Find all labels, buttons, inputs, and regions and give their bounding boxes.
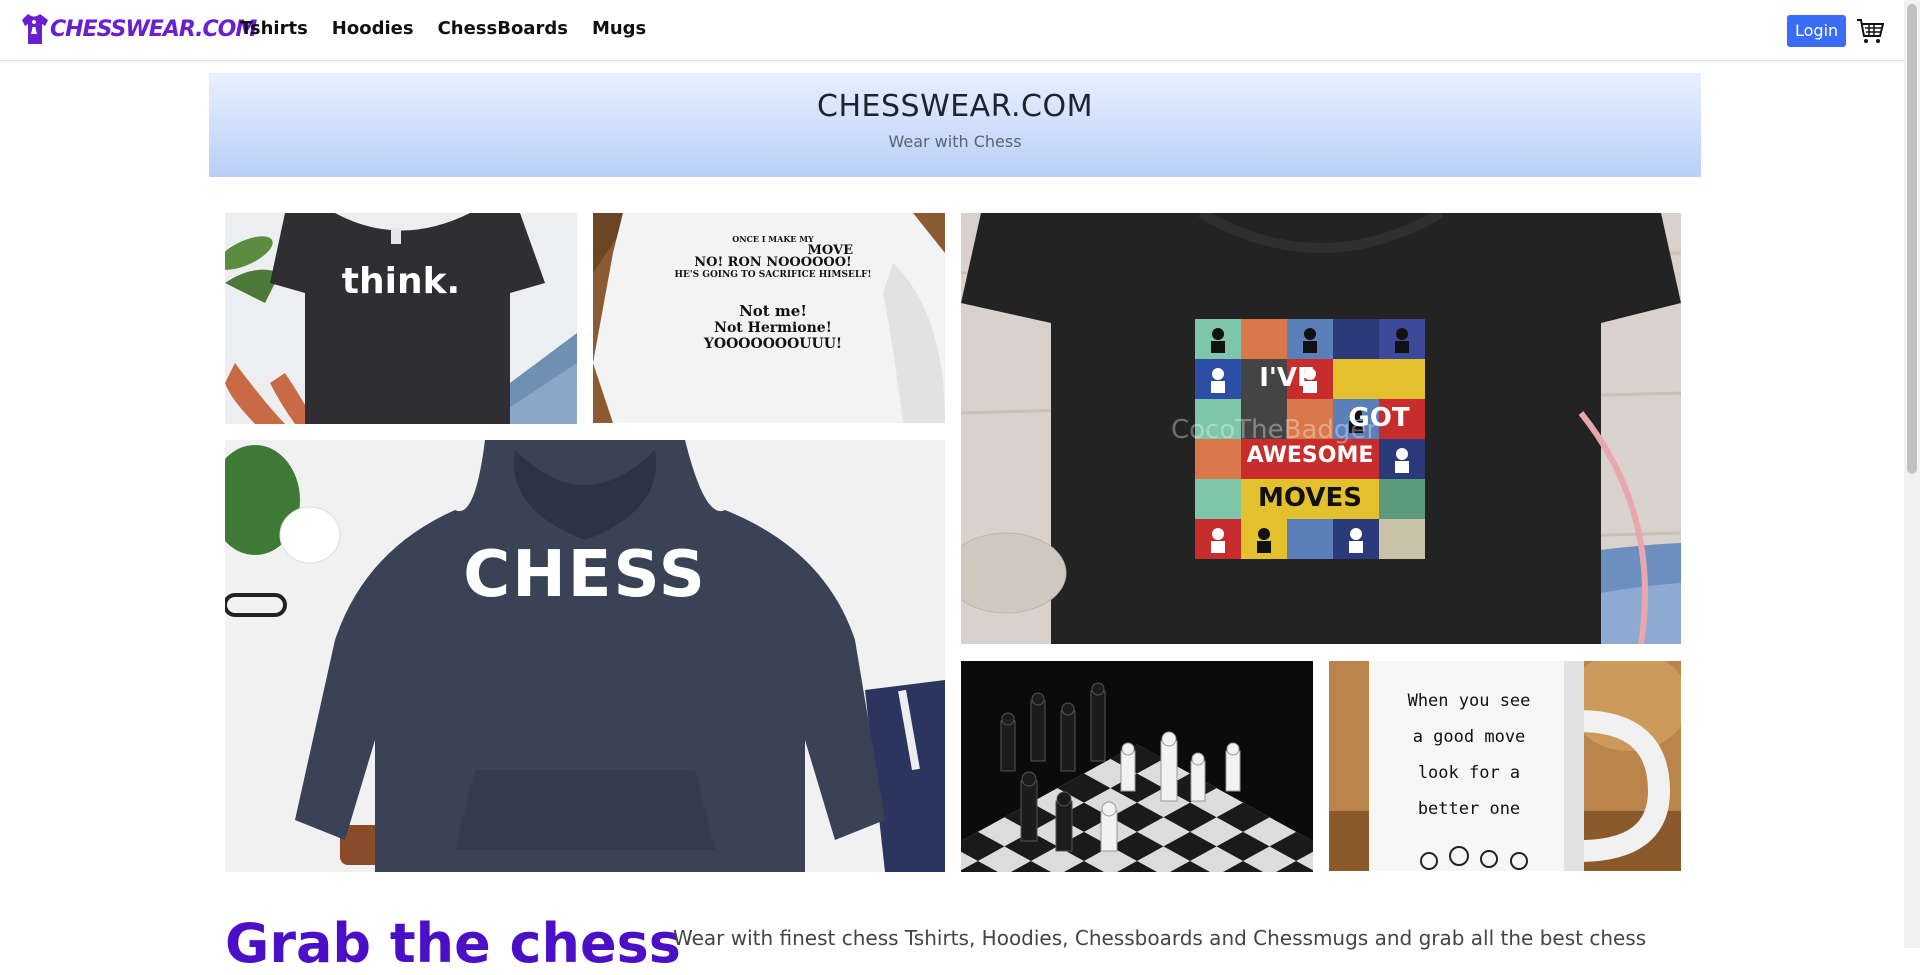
- hero-title: CHESSWEAR.COM: [817, 89, 1093, 124]
- chess-mug-image[interactable]: When you see a good move look for a bett…: [1329, 661, 1681, 871]
- tshirt-logo-icon: [22, 14, 48, 44]
- hp-line-7: YOOOOOOOUUU!: [703, 336, 843, 352]
- hp-hoodie-image[interactable]: ONCE I MAKE MY MOVE NO! RON NOOOOOO! HE'…: [593, 213, 945, 423]
- login-button[interactable]: Login: [1787, 15, 1847, 47]
- navbar: CHESSWEAR.COM Tshirts Hoodies ChessBoard…: [0, 0, 1904, 61]
- nav-chessboards[interactable]: ChessBoards: [438, 18, 568, 39]
- hp-line-4: HE'S GOING TO SACRIFICE HIMSELF!: [674, 270, 872, 280]
- logo-text: CHESSWEAR.COM: [50, 16, 257, 42]
- nav-mugs[interactable]: Mugs: [592, 18, 646, 39]
- hero-subtitle: Wear with Chess: [888, 132, 1022, 151]
- hp-line-3: NO! RON NOOOOOO!: [694, 255, 852, 270]
- watermark-text: CocoTheBadger: [1171, 415, 1378, 445]
- chess-hoodie-image[interactable]: CHESS: [225, 440, 945, 872]
- mug-line-1: When you see: [1407, 691, 1531, 711]
- scrollbar-thumb[interactable]: [1907, 4, 1917, 474]
- hp-line-5: Not me!: [739, 302, 807, 320]
- awesome-line-3: AWESOME: [1246, 443, 1374, 468]
- grab-heading: Grab the chess: [225, 912, 681, 975]
- think-tshirt-image[interactable]: think.: [225, 213, 577, 424]
- awesome-line-1: I'VE: [1259, 363, 1315, 393]
- mug-print-text: When you see a good move look for a bett…: [1369, 683, 1569, 827]
- awesome-line-4: MOVES: [1258, 483, 1362, 513]
- chess-print-text: CHESS: [463, 538, 707, 612]
- nav-tshirts[interactable]: Tshirts: [240, 18, 308, 39]
- hp-print-text: ONCE I MAKE MY MOVE NO! RON NOOOOOO! HE'…: [673, 233, 873, 352]
- hp-line-6: Not Hermione!: [714, 320, 832, 336]
- think-print-text: think.: [341, 261, 461, 302]
- mug-line-4: better one: [1417, 799, 1521, 819]
- hero-banner: CHESSWEAR.COM Wear with Chess: [209, 73, 1701, 177]
- mug-line-3: look for a: [1417, 763, 1521, 783]
- site-logo[interactable]: CHESSWEAR.COM: [20, 11, 257, 47]
- mug-line-2: a good move: [1412, 727, 1526, 747]
- chessboard-image[interactable]: [961, 661, 1313, 872]
- page-scrollbar[interactable]: [1904, 0, 1920, 948]
- nav-hoodies[interactable]: Hoodies: [332, 18, 414, 39]
- cart-icon[interactable]: [1856, 17, 1884, 45]
- intro-paragraph: Wear with finest chess Tshirts, Hoodies,…: [673, 926, 1647, 950]
- main-nav: Tshirts Hoodies ChessBoards Mugs: [240, 18, 646, 39]
- awesome-moves-tshirt-image[interactable]: I'VE GOT AWESOME MOVES CocoTheBadger: [961, 213, 1681, 644]
